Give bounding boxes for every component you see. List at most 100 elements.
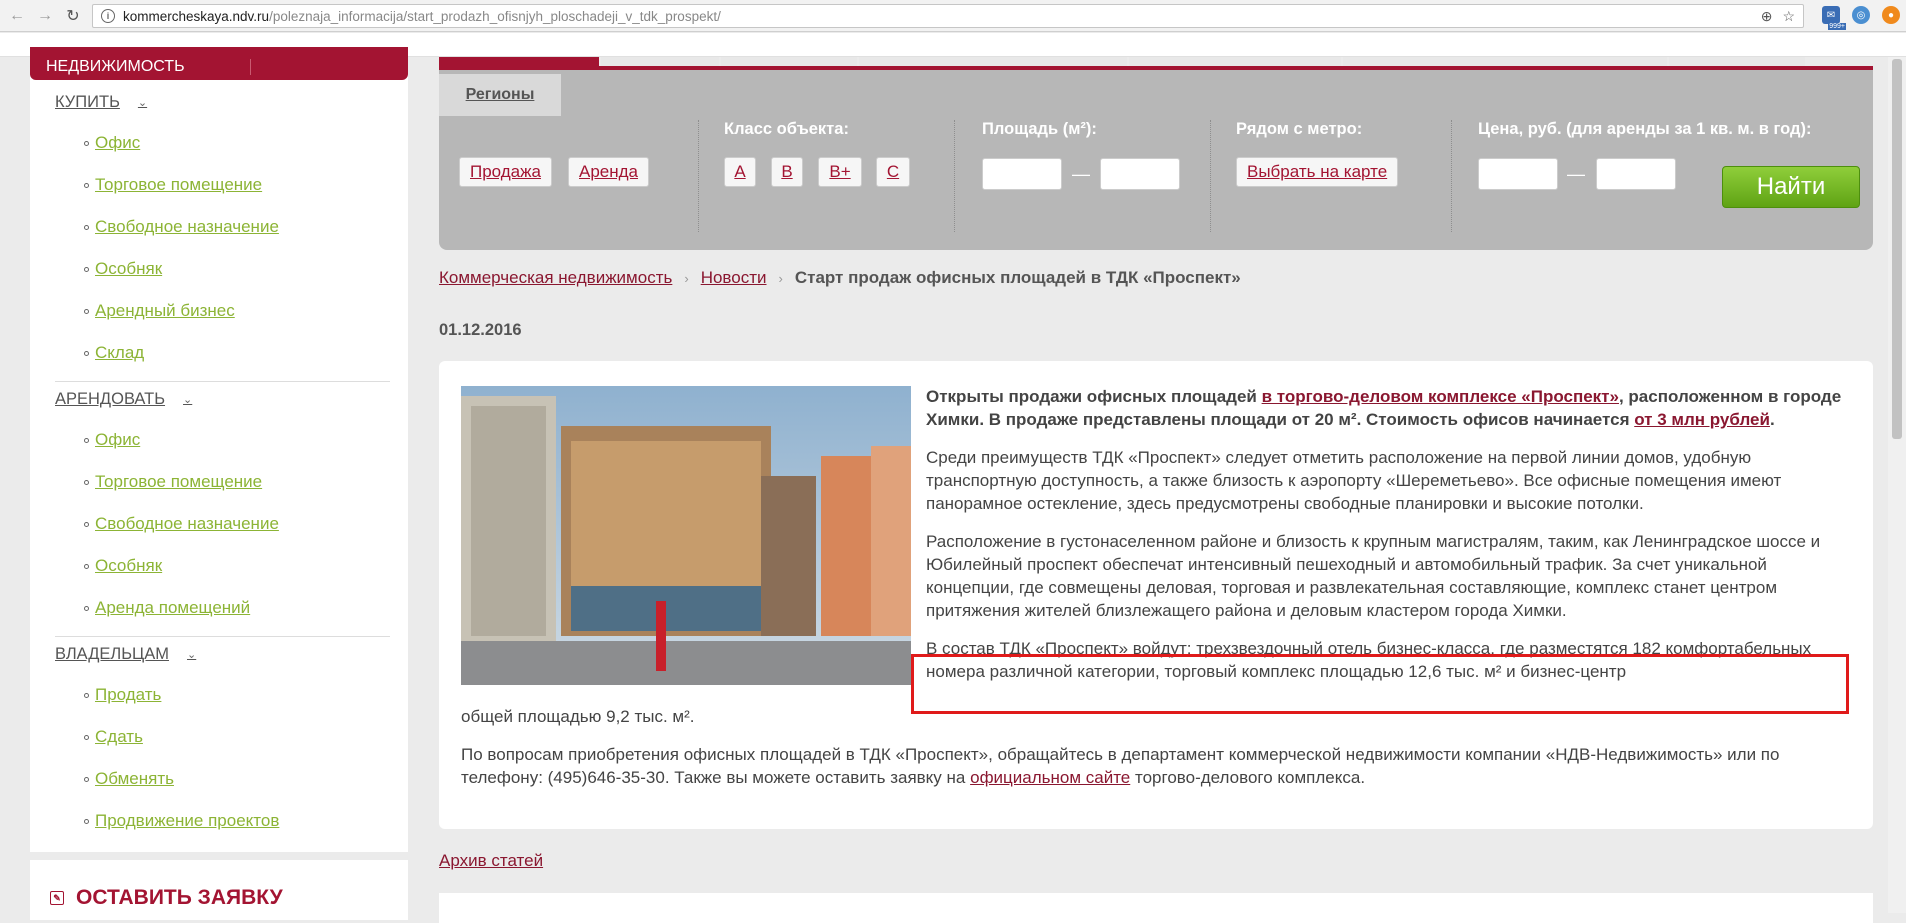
bullet-icon (84, 182, 89, 188)
menu-item-label: Обменять (95, 769, 174, 788)
menu-item-rent-office[interactable]: Офис (84, 430, 140, 450)
class-b-button[interactable]: B (771, 157, 803, 187)
paragraph-location: Расположение в густонаселенном районе и … (926, 532, 1821, 620)
top-tab[interactable] (1343, 57, 1667, 66)
menu-item-rent-mansion[interactable]: Особняк (84, 556, 162, 576)
bullet-icon (84, 605, 89, 611)
top-tab[interactable] (1129, 57, 1341, 66)
menu-item-promotion[interactable]: Продвижение проектов (84, 811, 279, 831)
archive-link[interactable]: Архив статей (439, 851, 543, 871)
address-bar[interactable]: i kommercheskaya.ndv.ru/poleznaja_inform… (92, 4, 1804, 28)
menu-divider (55, 381, 390, 382)
tab-regions[interactable]: Регионы (439, 74, 561, 116)
area-min-input[interactable] (982, 158, 1062, 190)
complex-link[interactable]: в торгово-деловом комплексе «Проспект» (1262, 387, 1619, 406)
leave-request-label: Оставить заявку (76, 886, 283, 909)
menu-item-rent-premises[interactable]: Аренда помещений (84, 598, 250, 618)
menu-group-buy[interactable]: Купить ⌄ (55, 93, 147, 112)
price-label: Цена, руб. (для аренды за 1 кв. м. в год… (1478, 120, 1812, 138)
menu-item-sell[interactable]: Продать (84, 685, 161, 705)
area-label: Площадь (м²): (982, 120, 1097, 138)
scrollbar[interactable] (1888, 57, 1906, 913)
breadcrumb-commercial[interactable]: Коммерческая недвижимость (439, 268, 672, 288)
price-link[interactable]: от 3 млн рублей (1634, 410, 1770, 429)
menu-item-exchange[interactable]: Обменять (84, 769, 174, 789)
extension-mail-icon[interactable]: ✉ 999+ (1822, 6, 1846, 30)
menu-item-buy-warehouse[interactable]: Склад (84, 343, 144, 363)
next-section-box (439, 893, 1873, 923)
building-photo-illustration (461, 386, 911, 685)
extension-ok-icon[interactable]: ● (1882, 6, 1900, 24)
bookmark-star-icon[interactable]: ☆ (1782, 8, 1795, 25)
filter-separator (954, 120, 955, 232)
area-max-input[interactable] (1100, 158, 1180, 190)
extension-badge: 999+ (1828, 23, 1846, 30)
deal-sale-button[interactable]: Продажа (459, 157, 552, 187)
bullet-icon (84, 224, 89, 230)
breadcrumb-current: Старт продаж офисных площадей в ТДК «Про… (794, 268, 1241, 287)
forward-icon[interactable]: → (34, 5, 56, 27)
chevron-down-icon: ⌄ (137, 97, 148, 109)
menu-item-label: Офис (95, 133, 141, 152)
top-tab[interactable] (721, 57, 857, 66)
choose-on-map-button[interactable]: Выбрать на карте (1236, 157, 1399, 187)
class-a-button[interactable]: A (724, 157, 756, 187)
menu-item-buy-retail[interactable]: Торговое помещение (84, 175, 262, 195)
menu-item-buy-office[interactable]: Офис (84, 133, 140, 153)
menu-item-label: Свободное назначение (95, 514, 279, 533)
bullet-icon (84, 521, 89, 527)
menu-item-buy-rental-business[interactable]: Арендный бизнес (84, 301, 235, 321)
bullet-icon (84, 437, 89, 443)
scrollbar-thumb[interactable] (1892, 59, 1902, 439)
class-b-plus-button[interactable]: B+ (818, 157, 862, 187)
area-range-dash: — (1072, 164, 1090, 184)
menu-divider (55, 636, 390, 637)
bullet-icon (84, 776, 89, 782)
url-host: kommercheskaya.ndv.ru (123, 8, 270, 24)
class-c-button[interactable]: C (876, 157, 910, 187)
url-path: /poleznaja_informacija/start_prodazh_ofi… (269, 8, 721, 24)
menu-item-label: Продвижение проектов (95, 811, 280, 830)
deal-rent-button[interactable]: Аренда (568, 157, 650, 187)
leave-request-button[interactable]: ✎ Оставить заявку (50, 886, 283, 910)
back-icon[interactable]: ← (6, 5, 28, 27)
bullet-icon (84, 479, 89, 485)
sidebar-header-divider (250, 59, 251, 75)
menu-item-label: Сдать (95, 727, 143, 746)
top-tab[interactable] (601, 57, 719, 66)
breadcrumb-chevron-icon: › (684, 270, 689, 286)
bullet-icon (84, 563, 89, 569)
price-max-input[interactable] (1596, 158, 1676, 190)
sidebar-header: Недвижимость (30, 47, 408, 80)
price-min-input[interactable] (1478, 158, 1558, 190)
menu-group-owners-label: Владельцам (55, 645, 169, 663)
menu-item-buy-free-use[interactable]: Свободное назначение (84, 217, 279, 237)
request-form-icon: ✎ (50, 891, 64, 905)
extension-globe-icon[interactable]: ◎ (1852, 6, 1870, 24)
chevron-down-icon: ⌄ (187, 649, 197, 661)
article-body: Открыты продажи офисных площадей в торго… (926, 385, 1851, 698)
menu-item-rent-retail[interactable]: Торговое помещение (84, 472, 262, 492)
breadcrumb-news[interactable]: Новости (701, 268, 767, 288)
price-range-dash: — (1567, 164, 1585, 184)
menu-item-label: Особняк (95, 259, 163, 278)
menu-group-rent-label: Арендовать (55, 390, 166, 408)
request-panel: ✎ Оставить заявку (30, 860, 408, 920)
top-tab[interactable] (1669, 57, 1805, 66)
top-tab[interactable] (859, 57, 1127, 66)
official-site-link[interactable]: официальном сайте (970, 768, 1130, 787)
reload-icon[interactable]: ↻ (62, 5, 84, 27)
info-icon[interactable]: i (101, 9, 115, 23)
menu-item-buy-mansion[interactable]: Особняк (84, 259, 162, 279)
chevron-down-icon: ⌄ (183, 394, 193, 406)
menu-item-rent-free-use[interactable]: Свободное назначение (84, 514, 279, 534)
top-tab-active[interactable] (439, 57, 599, 66)
menu-group-rent[interactable]: Арендовать ⌄ (55, 390, 192, 409)
zoom-icon[interactable]: ⊕ (1761, 8, 1773, 25)
paragraph-advantages: Среди преимуществ ТДК «Проспект» следует… (926, 448, 1782, 513)
search-panel: Регионы Продажа Аренда Класс объекта: A … (439, 66, 1873, 250)
menu-group-owners[interactable]: Владельцам ⌄ (55, 645, 196, 664)
find-button[interactable]: Найти (1722, 166, 1860, 208)
breadcrumb-chevron-icon: › (778, 270, 783, 286)
menu-item-lease-out[interactable]: Сдать (84, 727, 143, 747)
